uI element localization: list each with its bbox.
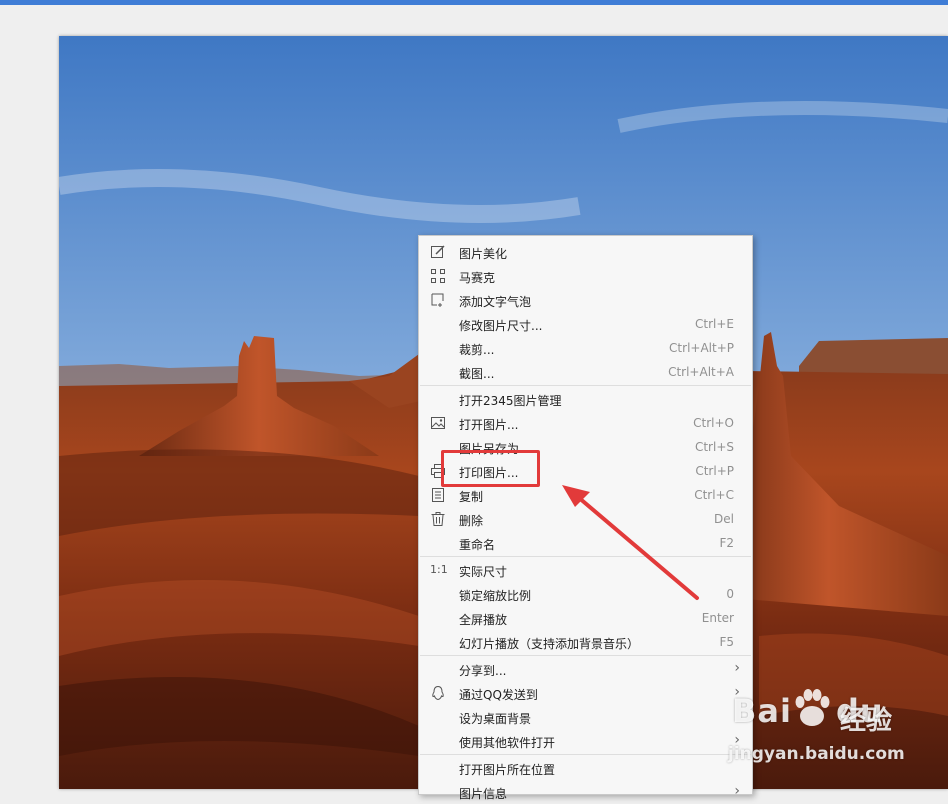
menu-label: 复制 (459, 490, 484, 504)
menu-item-rename[interactable]: 重命名 F2 (419, 531, 752, 555)
menu-item-send-qq[interactable]: 通过QQ发送到 › (419, 681, 752, 705)
menu-item-screenshot[interactable]: 截图... Ctrl+Alt+A (419, 360, 752, 384)
menu-shortcut: Ctrl+E (695, 317, 734, 331)
menu-shortcut: Ctrl+P (695, 464, 734, 478)
menu-item-open-with[interactable]: 使用其他软件打开 › (419, 729, 752, 753)
menu-label: 全屏播放 (459, 613, 508, 627)
copy-icon (432, 488, 444, 502)
image-icon (431, 417, 445, 429)
menu-item-mosaic[interactable]: 马赛克 (419, 264, 752, 288)
edit-icon (431, 245, 445, 258)
menu-item-open-2345[interactable]: 打开2345图片管理 (419, 387, 752, 411)
menu-item-crop[interactable]: 裁剪... Ctrl+Alt+P (419, 336, 752, 360)
menu-label: 打开2345图片管理 (459, 394, 562, 408)
menu-item-set-wallpaper[interactable]: 设为桌面背景 (419, 705, 752, 729)
menu-separator (420, 385, 751, 386)
menu-item-open-image[interactable]: 打开图片... Ctrl+O (419, 411, 752, 435)
menu-label: 锁定缩放比例 (459, 589, 532, 603)
chevron-right-icon: › (734, 660, 740, 676)
chevron-right-icon: › (734, 783, 740, 799)
menu-item-slideshow[interactable]: 幻灯片播放（支持添加背景音乐） F5 (419, 630, 752, 654)
menu-item-open-location[interactable]: 打开图片所在位置 (419, 756, 752, 780)
menu-shortcut: Enter (701, 611, 734, 625)
menu-shortcut: Del (714, 512, 734, 526)
menu-shortcut: Ctrl+S (694, 440, 734, 454)
menu-item-share[interactable]: 分享到... › (419, 657, 752, 681)
context-menu: 图片美化 马赛克 添加文字气泡 修改图片尺寸... Ctrl+E 裁剪... C… (418, 235, 753, 801)
qq-icon (432, 685, 444, 701)
menu-label: 通过QQ发送到 (459, 688, 538, 702)
menu-label: 打开图片所在位置 (459, 763, 556, 777)
menu-shortcut: Ctrl+Alt+P (669, 341, 734, 355)
menu-item-fullscreen[interactable]: 全屏播放 Enter (419, 606, 752, 630)
menu-label: 实际尺寸 (459, 565, 508, 579)
menu-shortcut: Ctrl+O (693, 416, 734, 430)
text-bubble-icon (431, 293, 444, 307)
annotation-highlight-box (441, 450, 540, 487)
menu-label: 修改图片尺寸... (459, 319, 543, 333)
menu-label: 幻灯片播放（支持添加背景音乐） (459, 637, 640, 651)
menu-label: 删除 (459, 514, 484, 528)
baidu-jingyan-watermark: Bai du 经验 jingyan.baidu.com (728, 688, 943, 776)
menu-item-image-info[interactable]: 图片信息 › (419, 780, 752, 804)
menu-item-lock-zoom[interactable]: 锁定缩放比例 0 (419, 582, 752, 606)
menu-item-actual-size[interactable]: 1:1 实际尺寸 (419, 558, 752, 582)
menu-label: 马赛克 (459, 271, 496, 285)
mosaic-icon (431, 269, 445, 283)
menu-separator (420, 556, 751, 557)
menu-item-beautify[interactable]: 图片美化 (419, 240, 752, 264)
menu-label: 截图... (459, 367, 495, 381)
menu-label: 分享到... (459, 664, 507, 678)
menu-label: 添加文字气泡 (459, 295, 532, 309)
menu-label: 打开图片... (459, 418, 519, 432)
menu-label: 使用其他软件打开 (459, 736, 556, 750)
window-title-strip (0, 0, 948, 5)
menu-item-delete[interactable]: 删除 Del (419, 507, 752, 531)
menu-shortcut: Ctrl+Alt+A (668, 365, 734, 379)
menu-separator (420, 754, 751, 755)
actual-size-icon: 1:1 (430, 563, 448, 576)
menu-shortcut: 0 (726, 587, 734, 601)
menu-item-text-bubble[interactable]: 添加文字气泡 (419, 288, 752, 312)
menu-item-resize[interactable]: 修改图片尺寸... Ctrl+E (419, 312, 752, 336)
watermark-chinese: 经验 (840, 706, 893, 736)
menu-label: 裁剪... (459, 343, 495, 357)
trash-icon (431, 512, 445, 526)
paw-logo-icon (795, 689, 830, 726)
menu-shortcut: Ctrl+C (694, 488, 734, 502)
menu-label: 图片信息 (459, 787, 508, 801)
menu-label: 设为桌面背景 (459, 712, 532, 726)
menu-shortcut: F2 (719, 536, 734, 550)
menu-label: 图片美化 (459, 247, 508, 261)
menu-label: 重命名 (459, 538, 496, 552)
watermark-url: jingyan.baidu.com (728, 744, 905, 764)
menu-shortcut: F5 (719, 635, 734, 649)
menu-separator (420, 655, 751, 656)
